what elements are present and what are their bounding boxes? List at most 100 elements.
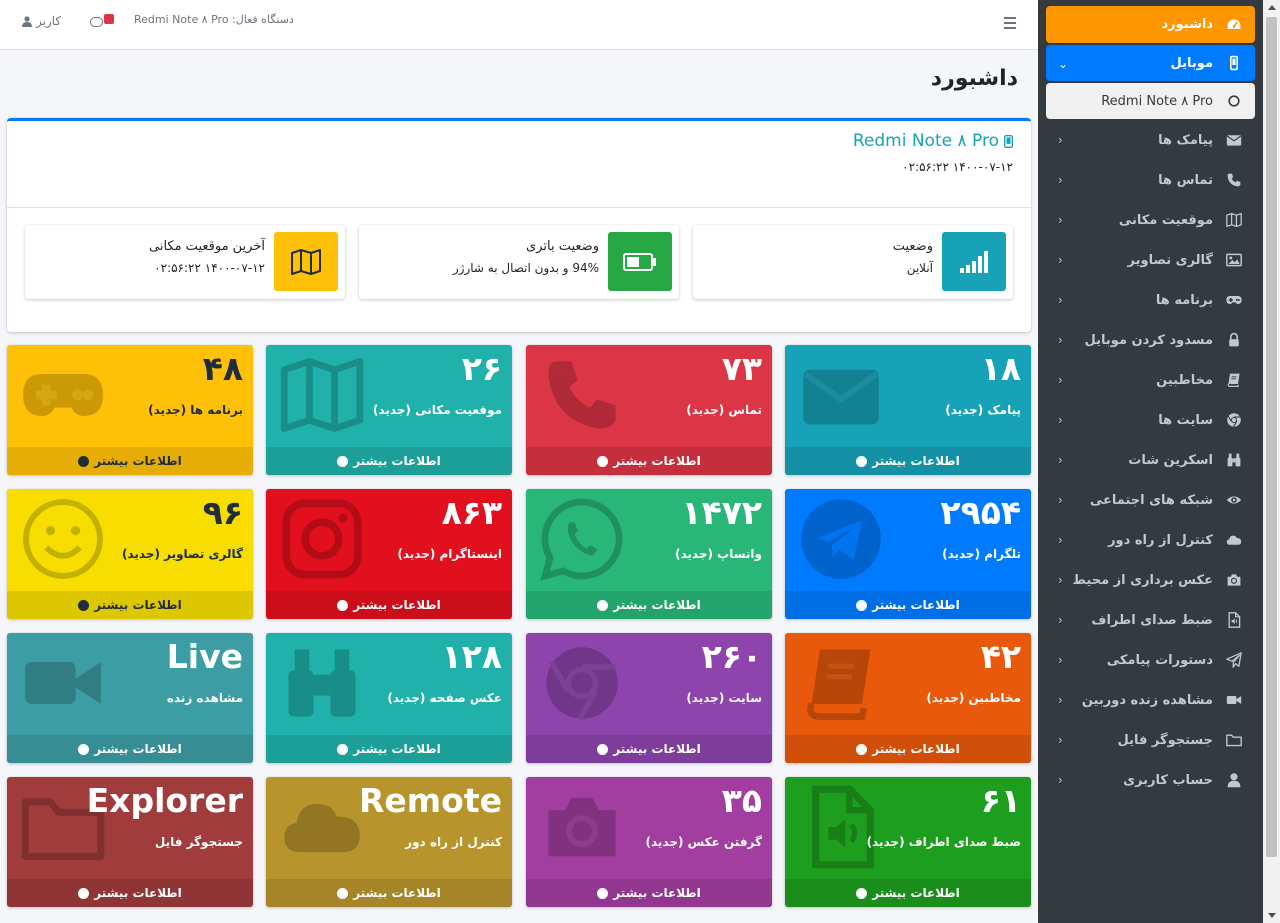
- more-info-link[interactable]: اطلاعات بیشتر: [7, 591, 253, 619]
- stat-box: ۴۸ برنامه ها (جدید) اطلاعات بیشتر: [7, 345, 253, 475]
- stat-box: ۸۶۳ اینستاگرام (جدید) اطلاعات بیشتر: [266, 489, 512, 619]
- paper-plane-icon: [1225, 651, 1243, 669]
- sidebar-item-binoculars[interactable]: اسکرین شات ‹: [1046, 441, 1255, 479]
- stat-count: ۲۹۵۴: [940, 493, 1021, 532]
- sidebar-item-chrome[interactable]: سایت ها ‹: [1046, 401, 1255, 439]
- more-info-link[interactable]: اطلاعات بیشتر: [7, 447, 253, 475]
- sidebar-item-envelope[interactable]: پیامک ها ‹: [1046, 121, 1255, 159]
- more-info-label: اطلاعات بیشتر: [353, 742, 441, 756]
- more-info-link[interactable]: اطلاعات بیشتر: [7, 879, 253, 907]
- messages-icon[interactable]: [90, 14, 114, 30]
- folder-icon: [1225, 731, 1243, 749]
- envelope-icon: [1225, 131, 1243, 149]
- sidebar-item-audio-file[interactable]: ضبط صدای اطراف ‹: [1046, 601, 1255, 639]
- sidebar-item-label: شبکه های اجتماعی: [1089, 492, 1213, 508]
- smile-icon: [17, 489, 109, 589]
- sidebar-item-video[interactable]: مشاهده زنده دوربین ‹: [1046, 681, 1255, 719]
- binoculars-icon: [276, 633, 368, 733]
- more-info-link[interactable]: اطلاعات بیشتر: [266, 879, 512, 907]
- lock-icon: [1225, 331, 1243, 349]
- user-menu[interactable]: کاربر: [22, 14, 61, 28]
- more-info-link[interactable]: اطلاعات بیشتر: [526, 591, 772, 619]
- arrow-circle-left-icon: [856, 599, 868, 611]
- stat-label: عکس صفحه (جدید): [387, 691, 502, 705]
- telegram-icon: [795, 489, 887, 589]
- sidebar-item-image[interactable]: گالری تصاویر ‹: [1046, 241, 1255, 279]
- audio-file-icon: [1225, 611, 1243, 629]
- stat-box: Explorer جستجوگر فایل اطلاعات بیشتر: [7, 777, 253, 907]
- battery-info-box: وضعیت باتری 94% و بدون اتصال به شارژر: [359, 225, 679, 299]
- sidebar-item-user[interactable]: حساب کاربری ‹: [1046, 761, 1255, 799]
- sidebar-nav: داشبورد موبایل ⌄ Redmi Note ۸ Pro پیامک ها ‹ ت…: [1038, 0, 1263, 801]
- map-icon: [274, 232, 338, 291]
- arrow-circle-left-icon: [337, 599, 349, 611]
- chevron-left-icon: ‹: [1058, 693, 1063, 707]
- chevron-left-icon: ‹: [1058, 613, 1063, 627]
- arrow-circle-left-icon: [337, 743, 349, 755]
- sidebar-item-eye[interactable]: شبکه های اجتماعی ‹: [1046, 481, 1255, 519]
- sidebar-item-book[interactable]: مخاطبین ‹: [1046, 361, 1255, 399]
- sidebar-item-lock[interactable]: مسدود کردن موبایل ‹: [1046, 321, 1255, 359]
- chevron-left-icon: ‹: [1058, 333, 1063, 347]
- more-info-link[interactable]: اطلاعات بیشتر: [266, 447, 512, 475]
- stat-label: سایت (جدید): [686, 691, 762, 705]
- stat-label: کنترل از راه دور: [405, 835, 502, 849]
- stat-count: ۱۲۸: [441, 637, 502, 676]
- more-info-label: اطلاعات بیشتر: [613, 742, 701, 756]
- stat-box: ۲۹۵۴ تلگرام (جدید) اطلاعات بیشتر: [785, 489, 1031, 619]
- sidebar-item-camera[interactable]: عکس برداری از محیط ‹: [1046, 561, 1255, 599]
- sidebar-item-label: پیامک ها: [1158, 132, 1213, 148]
- device-last-seen: ۱۴۰۰-۰۷-۱۲ ۰۲:۵۶:۲۲: [902, 160, 1013, 174]
- sidebar-item-label: مخاطبین: [1156, 372, 1213, 388]
- more-info-link[interactable]: اطلاعات بیشتر: [526, 735, 772, 763]
- sidebar-item-gamepad[interactable]: برنامه ها ‹: [1046, 281, 1255, 319]
- more-info-link[interactable]: اطلاعات بیشتر: [526, 879, 772, 907]
- stat-count: ۲۶۰: [701, 637, 762, 676]
- device-name: Redmi Note ۸ Pro: [853, 131, 1013, 151]
- location-title: آخرین موقعیت مکانی: [148, 239, 265, 254]
- more-info-link[interactable]: اطلاعات بیشتر: [266, 591, 512, 619]
- more-info-link[interactable]: اطلاعات بیشتر: [266, 735, 512, 763]
- cloud-icon: [1225, 531, 1243, 549]
- sidebar-item-label: سایت ها: [1158, 412, 1213, 428]
- sidebar-item-cloud[interactable]: کنترل از راه دور ‹: [1046, 521, 1255, 559]
- chevron-left-icon: ‹: [1058, 453, 1063, 467]
- more-info-link[interactable]: اطلاعات بیشتر: [785, 735, 1031, 763]
- chevron-left-icon: ‹: [1058, 373, 1063, 387]
- sidebar-item-label: تماس ها: [1158, 172, 1213, 188]
- camera-icon: [1225, 571, 1243, 589]
- battery-value: 94% و بدون اتصال به شارژر: [452, 261, 599, 275]
- sidebar-item-folder[interactable]: جستجوگر فایل ‹: [1046, 721, 1255, 759]
- arrow-circle-left-icon: [597, 599, 609, 611]
- sidebar-item-circle[interactable]: Redmi Note ۸ Pro: [1046, 83, 1255, 119]
- chevron-left-icon: ‹: [1058, 653, 1063, 667]
- scrollbar-thumb[interactable]: [1266, 17, 1277, 857]
- battery-icon: [608, 232, 672, 291]
- sidebar-scrollbar[interactable]: [1263, 0, 1280, 923]
- stat-box: ۹۶ گالری تصاویر (جدید) اطلاعات بیشتر: [7, 489, 253, 619]
- stat-count: Live: [166, 637, 243, 676]
- more-info-link[interactable]: اطلاعات بیشتر: [526, 447, 772, 475]
- chevron-left-icon: ‹: [1058, 253, 1063, 267]
- sidebar-item-label: دستورات پیامکی: [1106, 652, 1213, 668]
- sidebar-item-dashboard[interactable]: داشبورد: [1046, 6, 1255, 43]
- chrome-icon: [536, 633, 628, 733]
- more-info-link[interactable]: اطلاعات بیشتر: [785, 879, 1031, 907]
- stat-count: Remote: [358, 781, 502, 820]
- sidebar-item-mobile[interactable]: موبایل ⌄: [1046, 45, 1255, 81]
- sidebar-item-paper-plane[interactable]: دستورات پیامکی ‹: [1046, 641, 1255, 679]
- scroll-up-arrow[interactable]: [1268, 5, 1276, 10]
- more-info-link[interactable]: اطلاعات بیشتر: [785, 447, 1031, 475]
- stat-count: ۸۶۳: [441, 493, 502, 532]
- more-info-link[interactable]: اطلاعات بیشتر: [785, 591, 1031, 619]
- stat-count: ۷۳: [721, 349, 762, 388]
- sidebar-item-phone[interactable]: تماس ها ‹: [1046, 161, 1255, 199]
- sidebar-item-map[interactable]: موقعیت مکانی ‹: [1046, 201, 1255, 239]
- sidebar-item-label: مسدود کردن موبایل: [1084, 332, 1213, 348]
- whatsapp-icon: [536, 489, 628, 589]
- more-info-link[interactable]: اطلاعات بیشتر: [7, 735, 253, 763]
- stat-count: ۴۲: [980, 637, 1021, 676]
- menu-toggle-icon[interactable]: [1004, 17, 1016, 29]
- more-info-label: اطلاعات بیشتر: [94, 454, 182, 468]
- scroll-down-arrow[interactable]: [1268, 913, 1276, 918]
